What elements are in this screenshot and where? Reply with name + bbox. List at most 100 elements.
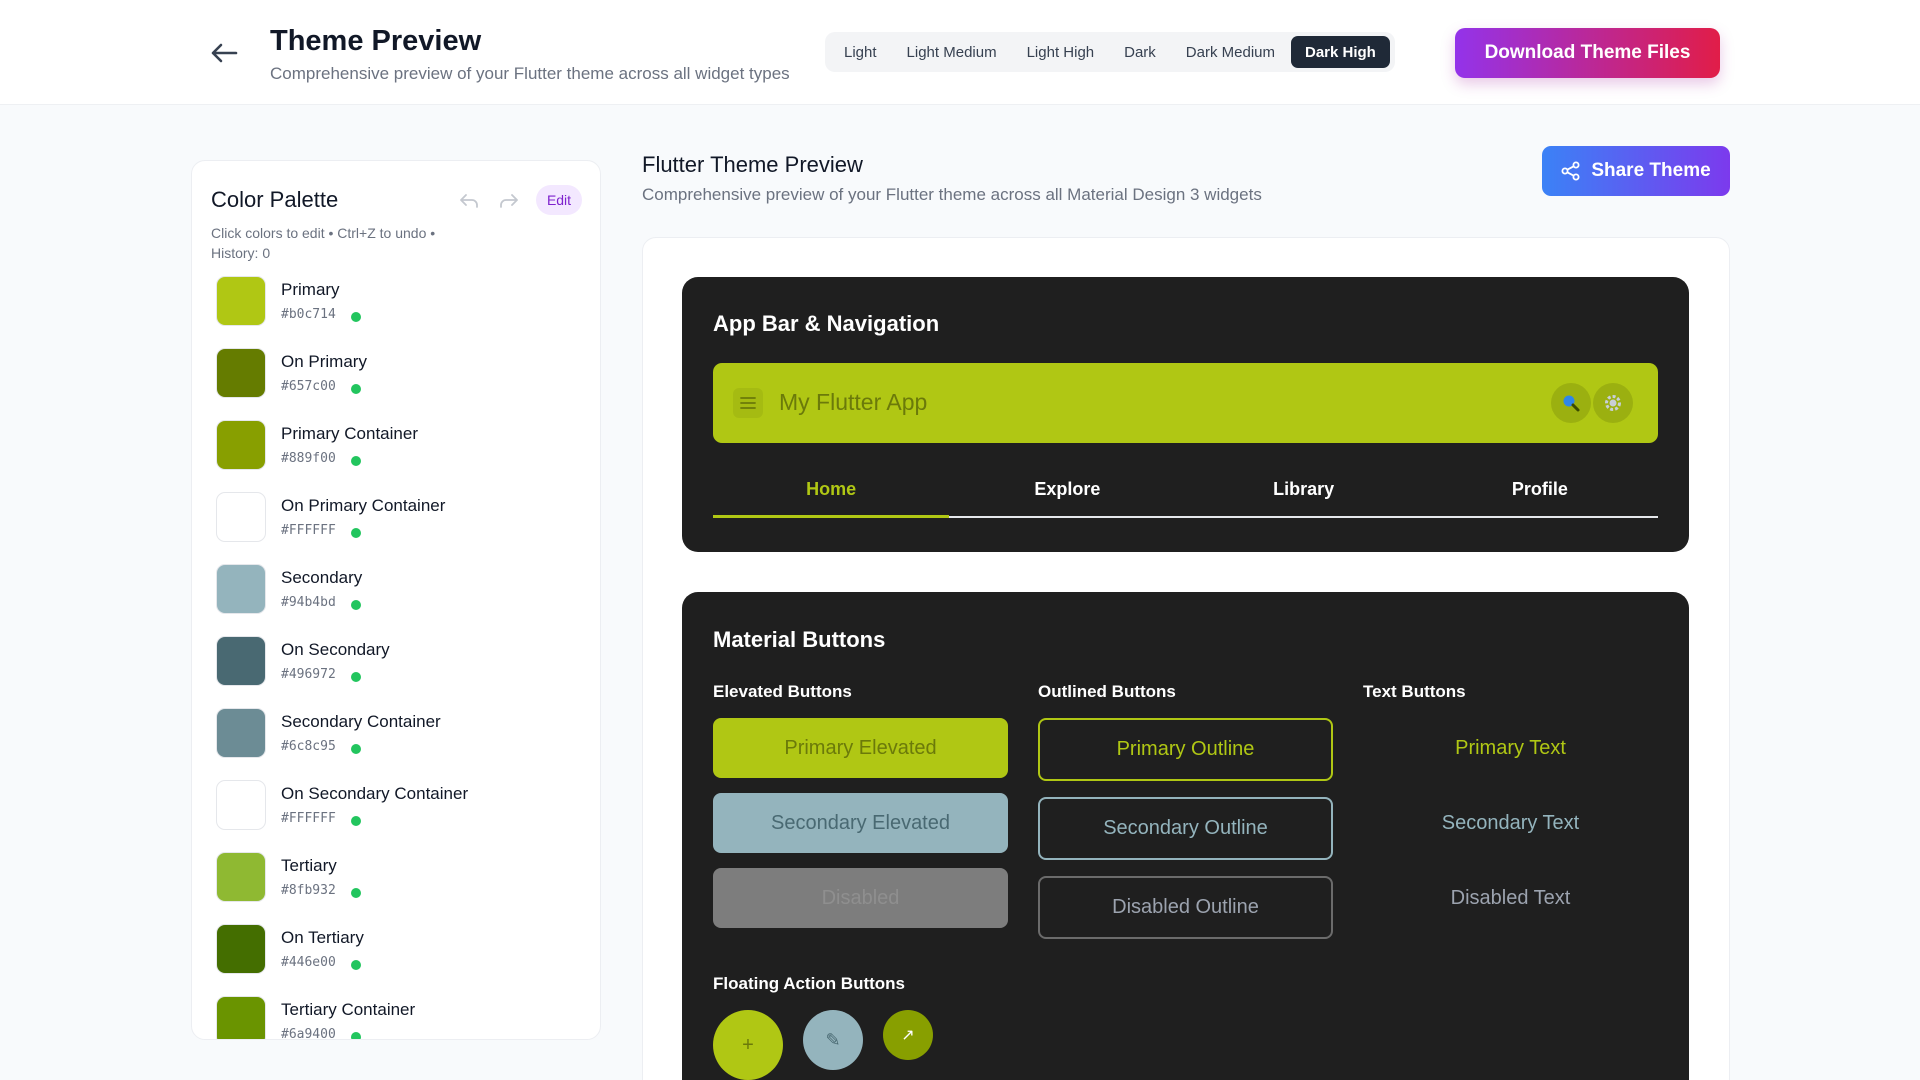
contrast-ok-indicator — [351, 312, 361, 322]
color-palette-panel: Color Palette Edit Click colors to edit … — [191, 160, 601, 1040]
palette-swatch-item[interactable]: On Tertiary #446e00 — [216, 924, 596, 996]
elevated-buttons-heading: Elevated Buttons — [713, 682, 852, 701]
secondary-outline-button[interactable]: Secondary Outline — [1038, 797, 1333, 860]
share-theme-button[interactable]: Share Theme — [1542, 146, 1730, 196]
tab-profile[interactable]: Profile — [1422, 462, 1658, 516]
primary-elevated-button[interactable]: Primary Elevated — [713, 718, 1008, 778]
search-icon[interactable] — [1551, 383, 1591, 423]
edit-palette-button[interactable]: Edit — [536, 185, 582, 215]
disabled-text-button: Disabled Text — [1450, 886, 1571, 909]
material-buttons-card: Material Buttons Elevated Buttons Outlin… — [682, 592, 1689, 1080]
share-label: Share Theme — [1591, 160, 1711, 181]
color-hex: #889f00 — [281, 451, 336, 466]
contrast-ok-indicator — [351, 528, 361, 538]
color-swatch[interactable] — [216, 852, 266, 902]
add-fab-button[interactable]: + — [713, 1010, 783, 1080]
edit-fab-button[interactable]: ✎ — [803, 1010, 863, 1070]
open-fab-button[interactable]: ↗ — [883, 1010, 933, 1060]
preview-title: Flutter Theme Preview — [642, 152, 863, 177]
settings-gear-icon[interactable] — [1593, 383, 1633, 423]
tab-home[interactable]: Home — [713, 462, 950, 518]
download-theme-button[interactable]: Download Theme Files — [1455, 28, 1720, 78]
palette-swatch-item[interactable]: Tertiary #8fb932 — [216, 852, 596, 924]
preview-subtitle: Comprehensive preview of your Flutter th… — [642, 185, 1262, 204]
mode-dark-medium[interactable]: Dark Medium — [1172, 36, 1289, 68]
palette-hint: Click colors to edit • Ctrl+Z to undo • … — [211, 225, 436, 261]
redo-icon[interactable] — [497, 189, 521, 213]
color-swatch[interactable] — [216, 924, 266, 974]
palette-swatch-item[interactable]: Primary Container #889f00 — [216, 420, 596, 492]
color-swatch[interactable] — [216, 996, 266, 1039]
app-bar-navigation-card: App Bar & Navigation My Flutter App Home… — [682, 277, 1689, 552]
text-buttons-heading: Text Buttons — [1363, 682, 1466, 701]
page-title: Theme Preview — [270, 25, 482, 57]
contrast-ok-indicator — [351, 744, 361, 754]
color-hex: #FFFFFF — [281, 523, 336, 538]
palette-swatch-item[interactable]: Tertiary Container #6a9400 — [216, 996, 596, 1040]
back-arrow-icon[interactable] — [206, 38, 242, 68]
disabled-outline-button: Disabled Outline — [1038, 876, 1333, 939]
primary-outline-button[interactable]: Primary Outline — [1038, 718, 1333, 781]
palette-swatch-item[interactable]: On Primary #657c00 — [216, 348, 596, 420]
color-hex: #8fb932 — [281, 883, 336, 898]
sample-app-title: My Flutter App — [779, 389, 928, 415]
color-name: Tertiary Container — [281, 1000, 416, 1019]
tab-library[interactable]: Library — [1186, 462, 1422, 516]
contrast-ok-indicator — [351, 888, 361, 898]
color-swatch[interactable] — [216, 420, 266, 470]
color-hex: #6a9400 — [281, 1027, 336, 1040]
mode-dark[interactable]: Dark — [1110, 36, 1170, 68]
palette-swatch-item[interactable]: Secondary #94b4bd — [216, 564, 596, 636]
mode-dark-high[interactable]: Dark High — [1290, 36, 1390, 68]
color-swatch[interactable] — [216, 636, 266, 686]
palette-swatch-item[interactable]: On Secondary #496972 — [216, 636, 596, 708]
tab-explore[interactable]: Explore — [949, 462, 1185, 516]
disabled-elevated-button: Disabled — [713, 868, 1008, 928]
color-name: Tertiary — [281, 856, 337, 875]
mode-light-high[interactable]: Light High — [1013, 36, 1109, 68]
mode-light-medium[interactable]: Light Medium — [893, 36, 1011, 68]
color-hex: #FFFFFF — [281, 811, 336, 826]
color-swatch[interactable] — [216, 564, 266, 614]
color-name: On Primary Container — [281, 496, 446, 515]
color-swatch[interactable] — [216, 780, 266, 830]
color-hex: #496972 — [281, 667, 336, 682]
contrast-ok-indicator — [351, 456, 361, 466]
contrast-ok-indicator — [351, 816, 361, 826]
top-header: Theme Preview Comprehensive preview of y… — [0, 0, 1920, 105]
contrast-ok-indicator — [351, 384, 361, 394]
color-hex: #657c00 — [281, 379, 336, 394]
color-hex: #6c8c95 — [281, 739, 336, 754]
palette-swatch-item[interactable]: Primary #b0c714 — [216, 276, 596, 348]
contrast-ok-indicator — [351, 600, 361, 610]
outlined-buttons-heading: Outlined Buttons — [1038, 682, 1176, 701]
contrast-ok-indicator — [351, 672, 361, 682]
secondary-text-button[interactable]: Secondary Text — [1363, 793, 1658, 853]
sample-tab-bar: Home Explore Library Profile — [713, 462, 1658, 518]
color-swatch[interactable] — [216, 276, 266, 326]
share-icon — [1561, 161, 1580, 181]
card-title-buttons: Material Buttons — [713, 627, 886, 652]
color-name: On Tertiary — [281, 928, 364, 947]
color-swatch[interactable] — [216, 348, 266, 398]
contrast-ok-indicator — [351, 960, 361, 970]
palette-swatch-item[interactable]: On Primary Container #FFFFFF — [216, 492, 596, 564]
color-hex: #94b4bd — [281, 595, 336, 610]
color-name: Secondary Container — [281, 712, 441, 731]
menu-icon[interactable] — [733, 388, 763, 418]
theme-mode-selector: Light Light Medium Light High Dark Dark … — [825, 32, 1395, 72]
palette-swatch-item[interactable]: On Secondary Container #FFFFFF — [216, 780, 596, 852]
color-name: Secondary — [281, 568, 363, 587]
color-name: On Secondary Container — [281, 784, 469, 803]
secondary-elevated-button[interactable]: Secondary Elevated — [713, 793, 1008, 853]
color-swatch[interactable] — [216, 492, 266, 542]
swatch-list: Primary #b0c714 On Primary #657c00 Primary C… — [216, 276, 596, 1040]
color-hex: #b0c714 — [281, 307, 336, 322]
palette-title: Color Palette — [211, 187, 339, 212]
color-swatch[interactable] — [216, 708, 266, 758]
page-subtitle: Comprehensive preview of your Flutter th… — [270, 64, 790, 83]
mode-light[interactable]: Light — [830, 36, 891, 68]
palette-swatch-item[interactable]: Secondary Container #6c8c95 — [216, 708, 596, 780]
primary-text-button[interactable]: Primary Text — [1363, 718, 1658, 778]
undo-icon[interactable] — [457, 189, 481, 213]
